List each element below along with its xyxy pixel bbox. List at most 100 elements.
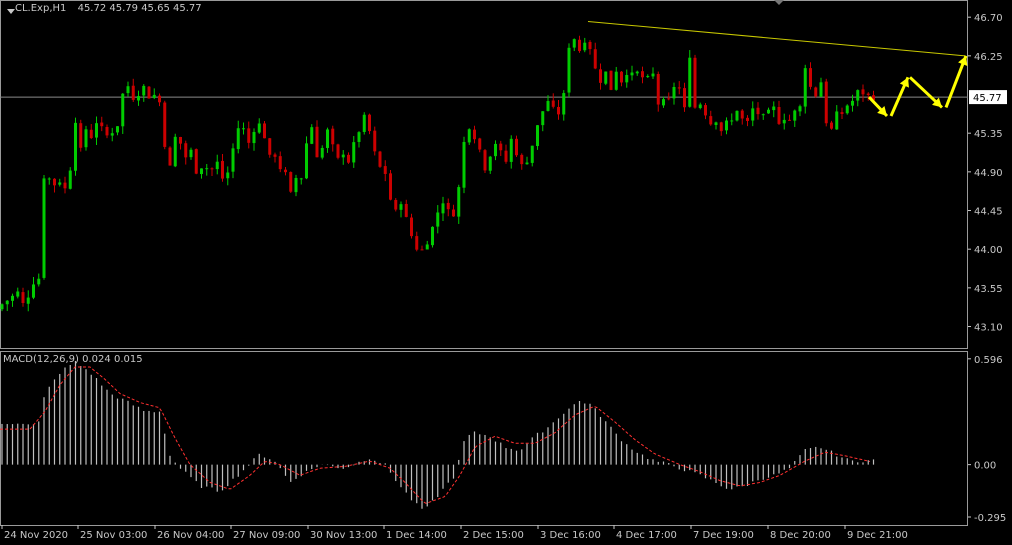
candle-body (746, 117, 749, 121)
candle-body (735, 110, 739, 121)
price-tick-label: 43.55 (974, 284, 1003, 295)
time-tick-label: 9 Dec 21:00 (847, 530, 908, 541)
candle-body (856, 90, 860, 101)
candle-body (137, 96, 140, 101)
resistance-trend-line (587, 20, 966, 57)
candle-body (189, 149, 193, 158)
candle-body (0, 304, 4, 310)
candle-body (131, 85, 135, 100)
candle-body (399, 204, 403, 210)
candle-body (866, 93, 870, 95)
candle-body (184, 143, 188, 158)
candle-body (278, 156, 282, 170)
candle-body (630, 72, 634, 76)
candle-body (662, 99, 665, 106)
candle-body (110, 133, 114, 136)
candle-body (116, 126, 119, 133)
candle-body (95, 123, 98, 138)
candle-body (767, 109, 770, 114)
candle-body (320, 147, 324, 158)
candle-body (704, 105, 707, 116)
candle-body (47, 178, 51, 180)
candle-body (373, 130, 377, 152)
candle-body (368, 114, 371, 132)
candle-body (68, 170, 72, 189)
candle-body (583, 42, 587, 51)
candle-body (714, 122, 718, 125)
candle-body (840, 112, 844, 114)
candle-body (551, 100, 555, 107)
candle-body (719, 122, 723, 132)
candle-body (21, 292, 25, 303)
candle-body (231, 148, 235, 172)
candle-body (772, 106, 776, 111)
candle-body (593, 49, 597, 69)
candle-body (394, 199, 398, 210)
candle-body (557, 106, 560, 115)
ohlc-values: 45.72 45.79 45.65 45.77 (77, 3, 202, 14)
candle-body (651, 73, 655, 77)
candle-body (609, 70, 613, 90)
candle-body (236, 128, 240, 150)
candle-body (284, 169, 287, 173)
candle-body (53, 178, 56, 186)
candles-group (0, 35, 875, 312)
candle-body (431, 226, 434, 246)
candle-body (546, 101, 550, 111)
candle-body (362, 114, 366, 132)
candle-body (515, 138, 518, 156)
candle-body (263, 123, 266, 139)
candle-body (289, 172, 293, 192)
candle-body (383, 166, 387, 174)
candle-body (299, 178, 303, 180)
candle-body (336, 144, 340, 158)
macd-tick-label: 0.596 (974, 355, 1003, 366)
time-tick-label: 3 Dec 16:00 (540, 530, 601, 541)
candle-body (809, 68, 812, 87)
candle-body (410, 217, 413, 237)
candle-body (572, 39, 576, 48)
shift-marker-icon (774, 0, 784, 5)
candle-body (488, 156, 492, 171)
candle-body (26, 297, 30, 304)
candle-body (709, 116, 713, 125)
candle-body (331, 128, 335, 145)
candle-body (315, 126, 319, 158)
candle-body (168, 147, 172, 166)
time-tick-label: 26 Nov 04:00 (157, 530, 224, 541)
time-tick-label: 27 Nov 09:00 (233, 530, 300, 541)
candle-body (698, 104, 702, 109)
candle-body (541, 111, 545, 126)
candle-body (667, 98, 671, 100)
chart-canvas[interactable]: 46.70 46.25 45.35 44.90 44.45 44.00 43.55 43.10… (0, 0, 1012, 542)
time-tick-label: 30 Nov 13:00 (310, 530, 377, 541)
candle-body (641, 71, 644, 78)
candle-body (100, 122, 104, 127)
candle-body (247, 128, 251, 143)
time-tick-label: 4 Dec 17:00 (616, 530, 677, 541)
candle-body (452, 209, 455, 217)
dropdown-arrow-icon[interactable] (7, 9, 15, 14)
candle-body (824, 81, 828, 124)
candle-body (436, 212, 440, 227)
candle-body (32, 284, 35, 298)
candle-body (740, 110, 744, 119)
candle-body (499, 143, 503, 151)
candle-body (16, 291, 20, 297)
price-tick-label: 46.70 (974, 13, 1003, 24)
candle-body (835, 111, 839, 130)
macd-title: MACD(12,26,9) (3, 354, 79, 365)
macd-signal-value: 0.015 (113, 354, 143, 365)
candle-body (305, 143, 308, 179)
candle-body (142, 85, 146, 96)
candle-body (268, 138, 272, 155)
candle-body (121, 93, 125, 127)
candle-body (530, 145, 534, 163)
chart-window[interactable]: 46.70 46.25 45.35 44.90 44.45 44.00 43.55 43.10… (0, 0, 1012, 542)
candle-body (221, 160, 224, 179)
candle-body (473, 129, 476, 140)
current-price-label: 45.77 (973, 93, 1002, 104)
time-tick-label: 7 Dec 19:00 (693, 530, 754, 541)
candle-body (341, 154, 345, 158)
candle-body (788, 119, 791, 121)
